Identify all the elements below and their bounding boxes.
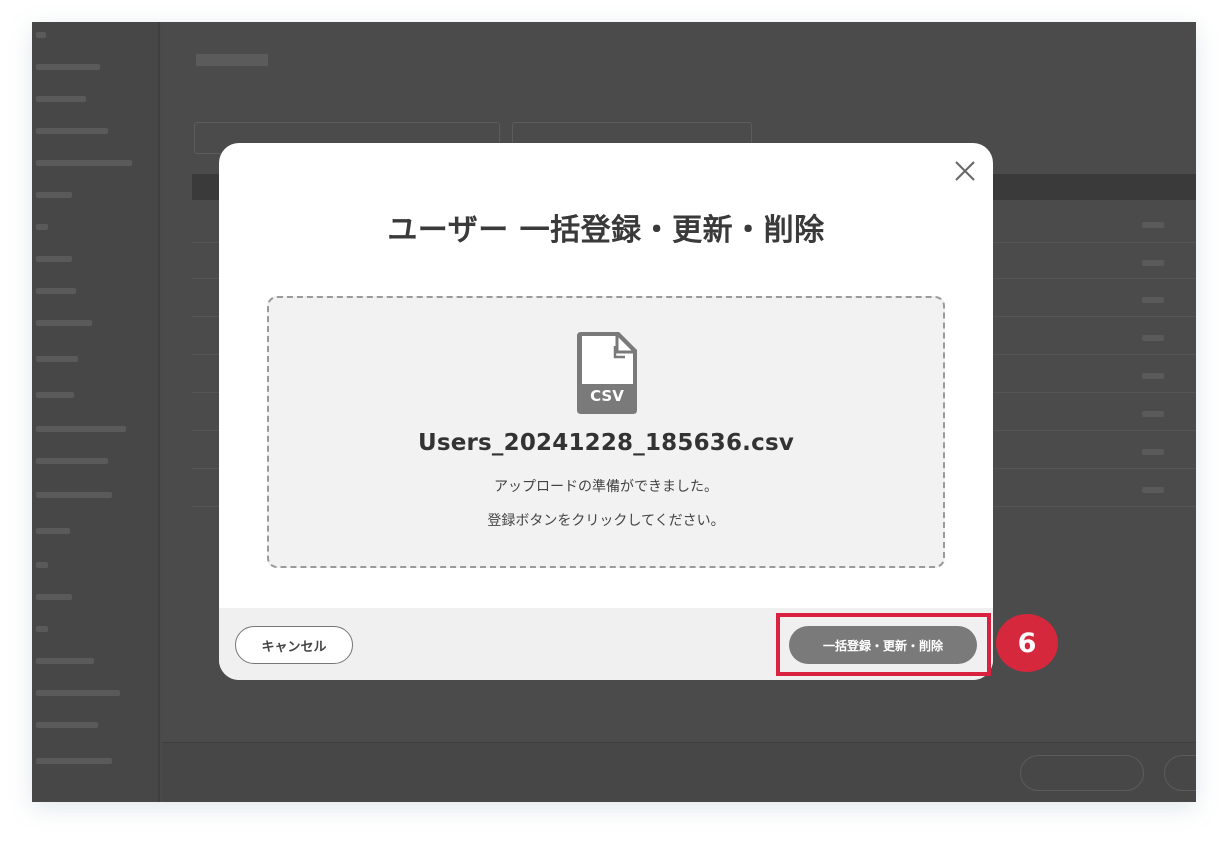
csv-label: CSV <box>590 387 624 405</box>
uploaded-file-name: Users_20241228_185636.csv <box>417 430 795 456</box>
file-dropzone[interactable]: CSV Users_20241228_185636.csv アップロードの準備が… <box>267 296 945 568</box>
close-icon[interactable] <box>953 159 977 183</box>
modal-title: ユーザー 一括登録・更新・削除 <box>387 213 825 248</box>
click-register-message: 登録ボタンをクリックしてください。 <box>487 513 725 529</box>
background-sidebar <box>32 22 160 802</box>
bulk-update-modal: ユーザー 一括登録・更新・削除 CSV Users_20241228_18563… <box>219 143 993 680</box>
modal-footer: キャンセル 一括登録・更新・削除 <box>219 608 993 680</box>
upload-ready-message: アップロードの準備ができました。 <box>494 479 718 495</box>
csv-file-icon: CSV <box>575 330 639 416</box>
cancel-button[interactable]: キャンセル <box>235 626 353 664</box>
bulk-register-button[interactable]: 一括登録・更新・削除 <box>789 626 977 664</box>
step-number-badge: 6 <box>996 614 1058 672</box>
